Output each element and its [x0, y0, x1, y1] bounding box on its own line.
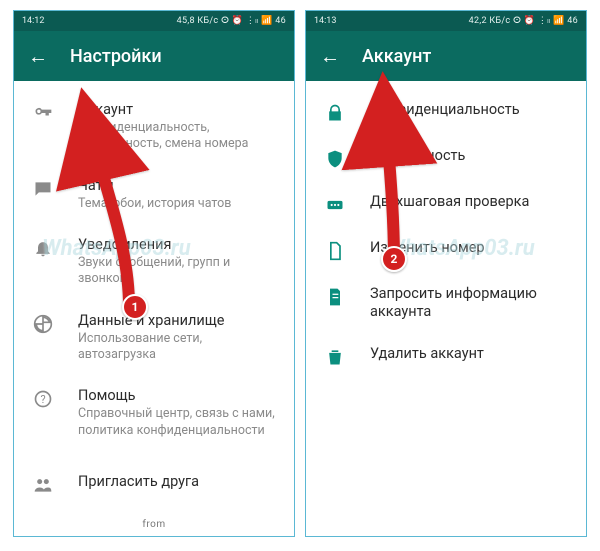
row-sub: Справочный центр, связь с нами, политика…: [78, 406, 278, 439]
row-title: Чаты: [78, 177, 278, 195]
row-sub: Использование сети, автозагрузка: [78, 331, 278, 364]
phone-left: 14:12 45,8 КБ/с ⵙ ⏰ ⋮ₗₗ 📶 46 ← Настройки…: [13, 10, 295, 537]
row-title: Данные и хранилище: [78, 312, 278, 330]
help-icon: ?: [32, 389, 54, 409]
row-title: Изменить номер: [370, 239, 570, 257]
status-time: 14:13: [314, 16, 336, 26]
doc-icon: [324, 287, 346, 307]
pin-icon: [324, 195, 346, 215]
status-bar: 14:13 42,2 КБ/с ⵙ ⏰ ⋮ₗₗ 📶 46: [306, 11, 586, 31]
sim-icon: [324, 241, 346, 261]
row-change-number[interactable]: Изменить номер: [306, 227, 586, 273]
row-title: Безопасность: [370, 147, 570, 165]
row-security[interactable]: Безопасность: [306, 135, 586, 181]
row-help[interactable]: ? Помощь Справочный центр, связь с нами,…: [14, 375, 294, 451]
app-bar-title: Аккаунт: [362, 46, 431, 67]
svg-text:?: ?: [40, 393, 45, 406]
row-chats[interactable]: Чаты Тема, обои, история чатов: [14, 165, 294, 224]
row-title: Конфиденциальность: [370, 101, 570, 119]
row-title: Помощь: [78, 387, 278, 405]
phone-right: 14:13 42,2 КБ/с ⵙ ⏰ ⋮ₗₗ 📶 46 ← Аккаунт К…: [305, 10, 587, 537]
row-title: Уведомления: [78, 236, 278, 254]
app-bar: ← Аккаунт: [306, 31, 586, 81]
row-invite[interactable]: Пригласить друга: [14, 461, 294, 507]
row-delete[interactable]: Удалить аккаунт: [306, 333, 586, 379]
status-right: 45,8 КБ/с ⵙ ⏰ ⋮ₗₗ 📶 46: [177, 16, 286, 26]
trash-icon: [324, 347, 346, 367]
app-bar-title: Настройки: [70, 46, 162, 67]
row-sub: Конфиденциальность, безопасность, смена …: [78, 120, 278, 153]
row-title: Запросить информацию аккаунта: [370, 285, 570, 321]
row-notifications[interactable]: Уведомления Звуки сообщений, групп и зво…: [14, 224, 294, 300]
row-privacy[interactable]: Конфиденциальность: [306, 89, 586, 135]
app-bar: ← Настройки: [14, 31, 294, 81]
row-title: Аккаунт: [78, 101, 278, 119]
people-icon: [32, 475, 54, 495]
row-sub: Звуки сообщений, групп и звонков: [78, 255, 278, 288]
bell-icon: [32, 238, 54, 258]
row-title: Двухшаговая проверка: [370, 193, 570, 211]
footer-brand: FACEBOOK: [14, 534, 294, 536]
row-data[interactable]: Данные и хранилище Использование сети, а…: [14, 300, 294, 376]
data-icon: [32, 314, 54, 334]
shield-icon: [324, 149, 346, 169]
footer-from: from: [14, 519, 294, 530]
status-time: 14:12: [22, 16, 44, 26]
footer: from FACEBOOK: [14, 507, 294, 536]
status-bar: 14:12 45,8 КБ/с ⵙ ⏰ ⋮ₗₗ 📶 46: [14, 11, 294, 31]
status-right: 42,2 КБ/с ⵙ ⏰ ⋮ₗₗ 📶 46: [469, 16, 578, 26]
row-request-info[interactable]: Запросить информацию аккаунта: [306, 273, 586, 333]
key-icon: [32, 103, 54, 123]
row-account[interactable]: Аккаунт Конфиденциальность, безопасность…: [14, 89, 294, 165]
chat-icon: [32, 179, 54, 199]
settings-list: Аккаунт Конфиденциальность, безопасность…: [14, 81, 294, 536]
row-title: Пригласить друга: [78, 473, 278, 491]
lock-icon: [324, 103, 346, 123]
row-title: Удалить аккаунт: [370, 345, 570, 363]
row-two-step[interactable]: Двухшаговая проверка: [306, 181, 586, 227]
back-icon[interactable]: ←: [320, 46, 340, 66]
row-sub: Тема, обои, история чатов: [78, 196, 278, 212]
back-icon[interactable]: ←: [28, 46, 48, 66]
account-list: Конфиденциальность Безопасность Двухшаго…: [306, 81, 586, 536]
